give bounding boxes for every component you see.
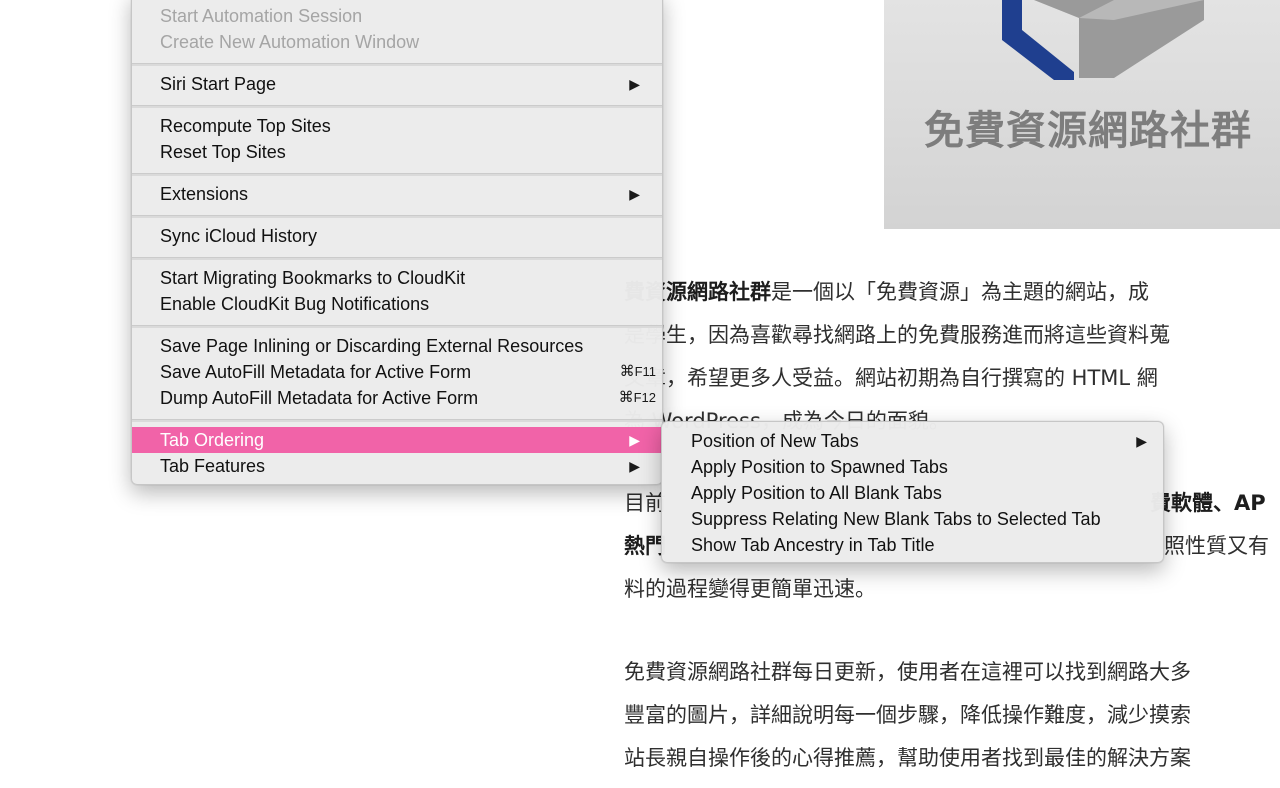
submenu-item-apply-position-spawned-tabs[interactable]: Apply Position to Spawned Tabs bbox=[662, 454, 1163, 480]
article-paragraph-1-line-3: 文章，希望更多人受益。網站初期為自行撰寫的 HTML 網 bbox=[624, 366, 1158, 390]
submenu-arrow-icon: ▶ bbox=[629, 432, 640, 448]
submenu-item-show-tab-ancestry[interactable]: Show Tab Ancestry in Tab Title bbox=[662, 532, 1163, 558]
menu-item-tab-features[interactable]: Tab Features ▶ bbox=[132, 453, 662, 479]
command-key-icon: ⌘ bbox=[619, 363, 635, 380]
menu-item-save-autofill-metadata[interactable]: Save AutoFill Metadata for Active Form ⌘… bbox=[132, 359, 662, 385]
submenu-arrow-icon: ▶ bbox=[629, 458, 640, 474]
article-paragraph-2-line-2-end: 照性質又有 bbox=[1164, 534, 1269, 558]
menu-item-recompute-top-sites[interactable]: Recompute Top Sites bbox=[132, 113, 662, 139]
article-paragraph-3-line-3: 站長親自操作後的心得推薦，幫助使用者找到最佳的解決方案 bbox=[624, 746, 1191, 770]
menu-separator bbox=[132, 215, 662, 218]
debug-menu: Start Automation Session Create New Auto… bbox=[131, 0, 663, 485]
shortcut-key: F12 bbox=[633, 390, 656, 405]
menu-item-siri-start-page[interactable]: Siri Start Page ▶ bbox=[132, 71, 662, 97]
article-paragraph-2-line-3: 料的過程變得更簡單迅速。 bbox=[624, 577, 876, 601]
submenu-arrow-icon: ▶ bbox=[629, 76, 640, 92]
menu-separator bbox=[132, 173, 662, 176]
keyboard-shortcut: ⌘F12 bbox=[619, 385, 656, 411]
menu-separator bbox=[132, 257, 662, 260]
article-paragraph-2-line-2-start: 熱門 bbox=[624, 534, 666, 558]
menu-item-extensions[interactable]: Extensions ▶ bbox=[132, 181, 662, 207]
article-paragraph-1-line-2: 是學生，因為喜歡尋找網路上的免費服務進而將這些資料蒐 bbox=[624, 323, 1170, 347]
menu-item-label: Tab Features bbox=[160, 456, 266, 476]
keyboard-shortcut: ⌘F11 bbox=[620, 359, 656, 385]
site-logo-image: 免費資源網路社群 bbox=[884, 0, 1280, 229]
article-bold-text: 費軟體、AP bbox=[1150, 491, 1266, 515]
menu-separator bbox=[132, 63, 662, 66]
menu-separator bbox=[132, 419, 662, 422]
menu-item-dump-autofill-metadata[interactable]: Dump AutoFill Metadata for Active Form ⌘… bbox=[132, 385, 662, 411]
article-paragraph-1-line-1: 費資源網路社群是一個以「免費資源」為主題的網站，成 bbox=[624, 280, 1149, 304]
logo-text: 免費資源網路社群 bbox=[924, 108, 1252, 154]
menu-item-label: Tab Ordering bbox=[160, 430, 265, 450]
menu-item-start-automation-session[interactable]: Start Automation Session bbox=[132, 3, 662, 29]
menu-item-tab-ordering[interactable]: Tab Ordering ▶ bbox=[132, 427, 662, 453]
menu-item-create-new-automation-window[interactable]: Create New Automation Window bbox=[132, 29, 662, 55]
article-bold-text: 熱門 bbox=[624, 534, 666, 558]
article-paragraph-3-line-2: 豐富的圖片，詳細說明每一個步驟，降低操作難度，減少摸索 bbox=[624, 703, 1191, 727]
article-paragraph-2-line-1-end: 費軟體、AP bbox=[1150, 491, 1266, 515]
menu-separator bbox=[132, 325, 662, 328]
menu-item-label: Extensions bbox=[160, 184, 249, 204]
menu-separator bbox=[132, 105, 662, 108]
tab-ordering-submenu: Position of New Tabs ▶ Apply Position to… bbox=[661, 421, 1164, 563]
submenu-arrow-icon: ▶ bbox=[629, 186, 640, 202]
menu-item-start-migrating-bookmarks[interactable]: Start Migrating Bookmarks to CloudKit bbox=[132, 265, 662, 291]
shortcut-key: F11 bbox=[634, 364, 656, 379]
command-key-icon: ⌘ bbox=[618, 389, 634, 406]
logo-graphic bbox=[1002, 0, 1204, 80]
submenu-item-apply-position-blank-tabs[interactable]: Apply Position to All Blank Tabs bbox=[662, 480, 1163, 506]
menu-item-label: Position of New Tabs bbox=[691, 431, 859, 451]
menu-item-sync-icloud-history[interactable]: Sync iCloud History bbox=[132, 223, 662, 249]
submenu-arrow-icon: ▶ bbox=[1136, 433, 1147, 449]
article-paragraph-3-line-1: 免費資源網路社群每日更新，使用者在這裡可以找到網路大多 bbox=[624, 660, 1191, 684]
menu-item-label: Siri Start Page bbox=[160, 74, 277, 94]
menu-item-label: Dump AutoFill Metadata for Active Form bbox=[160, 388, 479, 408]
article-paragraph-2-line-1-start: 目前 bbox=[624, 491, 666, 515]
submenu-item-position-of-new-tabs[interactable]: Position of New Tabs ▶ bbox=[662, 428, 1163, 454]
menu-item-save-page-inlining[interactable]: Save Page Inlining or Discarding Externa… bbox=[132, 333, 662, 359]
menu-item-reset-top-sites[interactable]: Reset Top Sites bbox=[132, 139, 662, 165]
menu-item-label: Save AutoFill Metadata for Active Form bbox=[160, 362, 472, 382]
article-text: 是一個以「免費資源」為主題的網站，成 bbox=[771, 280, 1149, 304]
submenu-item-suppress-relating-blank-tabs[interactable]: Suppress Relating New Blank Tabs to Sele… bbox=[662, 506, 1163, 532]
menu-item-enable-cloudkit-bug-notifications[interactable]: Enable CloudKit Bug Notifications bbox=[132, 291, 662, 317]
